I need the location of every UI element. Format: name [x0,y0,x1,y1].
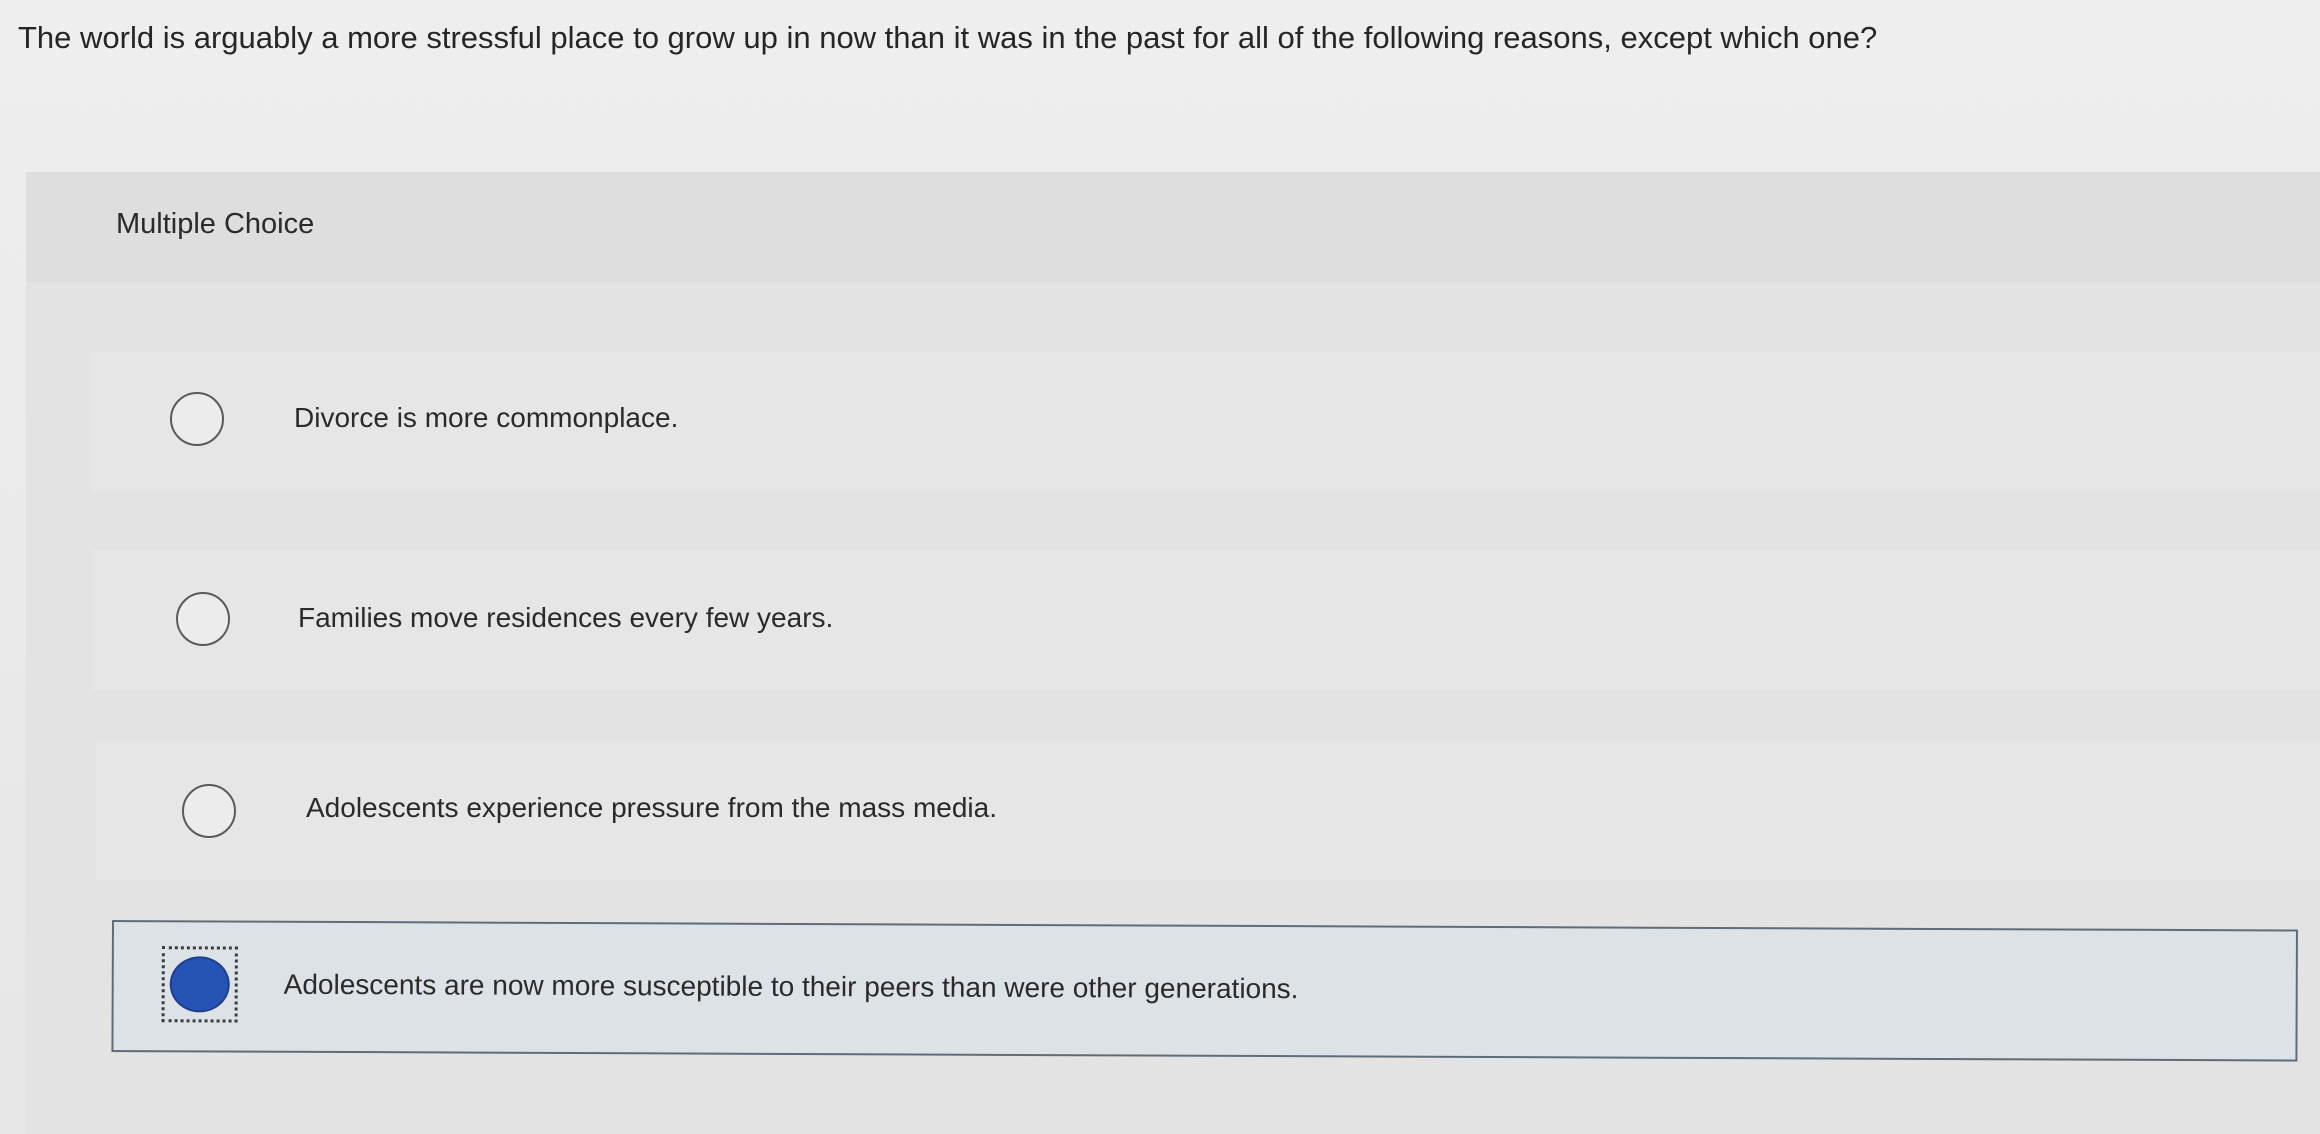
answer-option-1[interactable]: Divorce is more commonplace. [90,352,2320,492]
question-text: The world is arguably a more stressful p… [18,20,1878,55]
radio-button-unselected[interactable] [176,592,230,646]
answer-option-label: Families move residences every few years… [298,602,834,633]
question-type-label: Multiple Choice [116,208,315,240]
answer-option-3[interactable]: Adolescents experience pressure from the… [96,740,2320,880]
radio-button-selected[interactable] [169,956,230,1013]
radio-button-unselected[interactable] [182,784,236,838]
answer-option-2[interactable]: Families move residences every few years… [92,550,2320,690]
answer-option-label: Adolescents experience pressure from the… [306,792,997,823]
focus-ring [161,946,238,1023]
panel-header: Multiple Choice [26,172,2320,282]
radio-button-unselected[interactable] [170,392,224,446]
answer-option-label: Adolescents are now more susceptible to … [283,968,1299,1005]
answer-option-label: Divorce is more commonplace. [294,402,679,433]
answer-option-4-selected[interactable]: Adolescents are now more susceptible to … [111,920,2298,1062]
